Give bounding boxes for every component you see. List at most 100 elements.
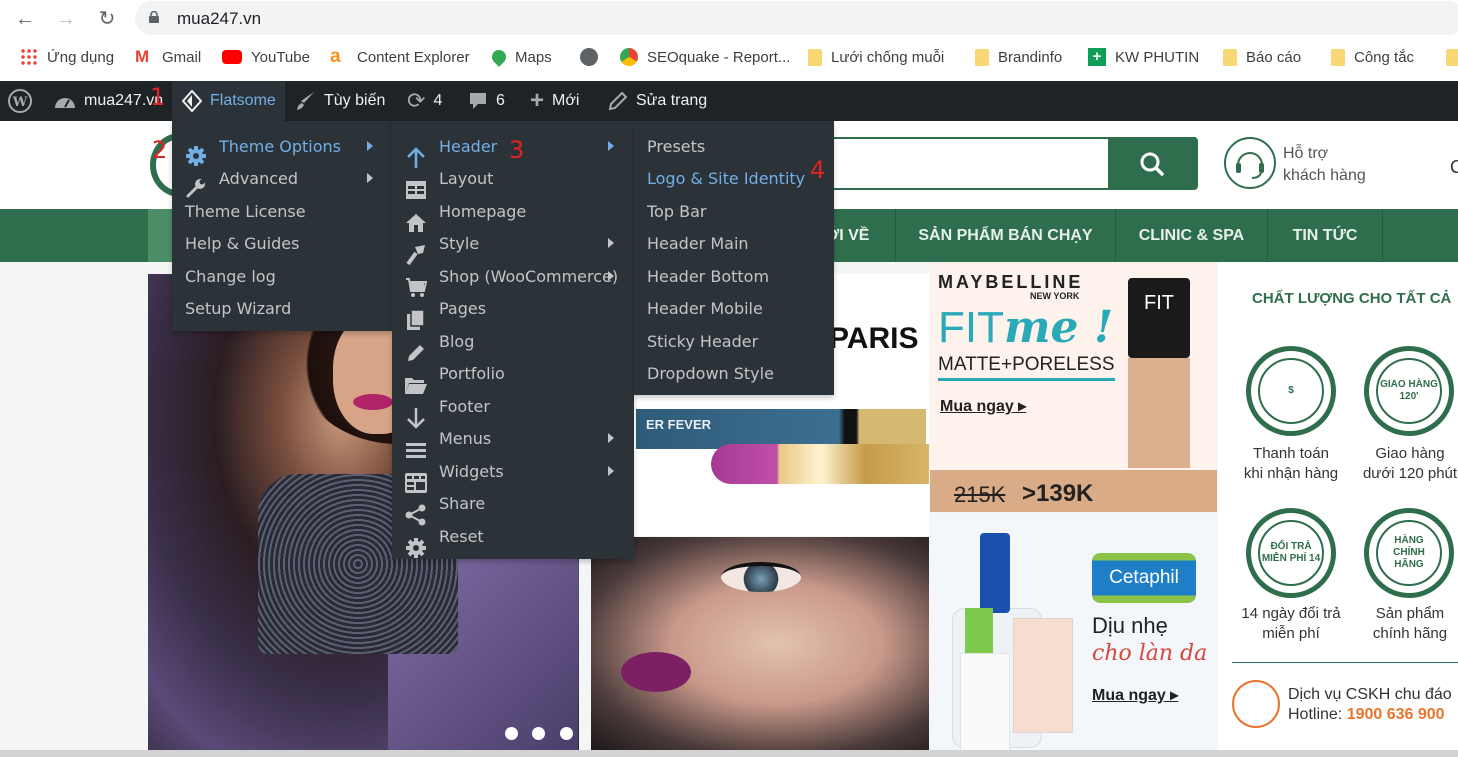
menu-item-style[interactable]: Style — [392, 227, 634, 266]
menu-item-portfolio[interactable]: Portfolio — [392, 357, 634, 394]
menu-item-sticky-header[interactable]: Sticky Header — [634, 325, 834, 357]
updates-count: 4 — [433, 92, 443, 109]
menu-item-reset[interactable]: Reset — [392, 520, 634, 558]
nav-item-best-sellers[interactable]: SẢN PHẨM BÁN CHẠY — [896, 209, 1116, 262]
menu-item-presets[interactable]: Presets — [634, 130, 834, 162]
menu-item-header-main[interactable]: Header Main — [634, 227, 834, 259]
bookmark-seoquake[interactable]: SEOquake - Report... — [620, 42, 790, 72]
menu-item-label: Header Bottom — [647, 266, 770, 286]
hotline-number[interactable]: 1900 636 900 — [1347, 706, 1445, 723]
reload-button[interactable]: ↻ — [94, 6, 120, 32]
paintbrush-icon — [296, 91, 316, 111]
menu-item-change-log[interactable]: Change log — [172, 260, 392, 292]
menu-item-header-bottom[interactable]: Header Bottom — [634, 260, 834, 292]
menu-item-label: Layout — [439, 168, 494, 188]
submenu-arrow-icon — [608, 141, 614, 151]
edit-page-button[interactable]: Sửa trang — [608, 81, 707, 121]
wp-admin-bar: W mua247.vn Flatsome Tùy biến ⟳ 4 6 + Mớ… — [0, 81, 1458, 121]
wp-logo-button[interactable]: W — [8, 81, 32, 121]
menu-item-logo-site-identity[interactable]: Logo & Site Identity — [634, 162, 834, 194]
cskh-info: Dịch vụ CSKH chu đáo Hotline: 1900 636 9… — [1288, 685, 1452, 725]
address-bar[interactable]: mua247.vn — [135, 1, 1458, 35]
bookmark-youtube[interactable]: YouTube — [222, 42, 310, 72]
buy-now-link[interactable]: Mua ngay ▸ — [940, 396, 1026, 416]
banner-line1: Dịu nhẹ — [1092, 613, 1168, 638]
sidebar-title: CHẤT LƯỢNG CHO TẤT CẢ — [1252, 290, 1452, 307]
badge-text: $ — [1258, 358, 1324, 424]
menu-item-label: Menus — [439, 428, 492, 448]
gear-icon — [404, 536, 428, 560]
menu-item-setup-wizard[interactable]: Setup Wizard — [172, 292, 392, 324]
menu-item-footer[interactable]: Footer — [392, 390, 634, 429]
horizontal-scrollbar[interactable] — [0, 750, 1458, 757]
bookmark-folder[interactable]: Brandinfo — [975, 42, 1062, 72]
bookmark-folder[interactable]: Công tắc — [1331, 42, 1414, 72]
bookmark-maps[interactable]: Maps — [489, 42, 552, 72]
maybelline-banner[interactable]: MAYBELLINE NEW YORK FITme ! MATTE+PORELE… — [930, 262, 1217, 512]
menu-item-top-bar[interactable]: Top Bar — [634, 195, 834, 227]
menu-item-label: Theme Options — [219, 136, 342, 156]
buy-now-link[interactable]: Mua ngay ▸ — [1092, 685, 1178, 705]
menu-item-layout[interactable]: Layout — [392, 162, 634, 199]
bookmark-apps[interactable]: Ứng dụng — [20, 42, 114, 72]
menu-item-dropdown-style[interactable]: Dropdown Style — [634, 357, 834, 389]
nav-item-clinic-spa[interactable]: CLINIC & SPA — [1116, 209, 1268, 262]
new-price: >139K — [1022, 480, 1094, 507]
badge-text: HÀNG CHÍNH HÃNG — [1376, 520, 1442, 586]
bookmark-folder[interactable]: Báo cáo — [1223, 42, 1301, 72]
menu-item-theme-options[interactable]: Theme Options — [172, 130, 392, 166]
bookmark-label: Maps — [515, 48, 552, 66]
menu-item-menus[interactable]: Menus — [392, 422, 634, 458]
free-return-badge-icon: ĐỔI TRẢ MIỄN PHÍ 14 — [1246, 508, 1336, 598]
updates-button[interactable]: ⟳ 4 — [407, 81, 442, 121]
seoquake-icon — [620, 48, 638, 66]
cetaphil-banner[interactable]: Cetaphil Dịu nhẹ cho làn da Mua ngay ▸ — [930, 513, 1217, 753]
back-button[interactable]: ← — [12, 6, 38, 32]
slider-dot[interactable] — [560, 727, 573, 740]
nav-item-news[interactable]: TIN TỨC — [1268, 209, 1383, 262]
bookmark-label: Báo cáo — [1246, 48, 1302, 66]
site-name-button[interactable]: mua247.vn — [54, 81, 163, 121]
flatsome-menu-button[interactable]: Flatsome — [172, 81, 285, 121]
cod-badge-icon: $ — [1246, 346, 1336, 436]
menu-item-label: Help & Guides — [185, 233, 300, 253]
wordpress-icon: W — [8, 89, 32, 113]
search-button[interactable] — [1108, 139, 1196, 188]
bookmark-gmail[interactable]: M Gmail — [135, 42, 201, 72]
banner-brand: MAYBELLINE — [938, 272, 1084, 292]
bottle-text: FIT — [1128, 278, 1190, 358]
bookmark-label: YouTube — [251, 48, 310, 66]
menu-item-header-mobile[interactable]: Header Mobile — [634, 292, 834, 324]
bookmark-kw-phutin[interactable]: + KW PHUTIN — [1088, 42, 1199, 72]
menu-item-label: Portfolio — [439, 363, 505, 383]
slider-dot[interactable] — [505, 727, 518, 740]
badge-text: ĐỔI TRẢ MIỄN PHÍ 14 — [1258, 520, 1324, 586]
menu-item-shop[interactable]: Shop (WooCommerce) — [392, 260, 634, 297]
comments-button[interactable]: 6 — [468, 81, 505, 121]
menu-item-blog[interactable]: Blog — [392, 325, 634, 361]
headset-icon — [1232, 680, 1280, 728]
model-banner[interactable] — [591, 537, 929, 750]
plus-icon: + — [530, 87, 545, 114]
bookmark-globe[interactable] — [580, 42, 607, 72]
slider-dot[interactable] — [532, 727, 545, 740]
menu-item-homepage[interactable]: Homepage — [392, 195, 634, 232]
forward-button[interactable]: → — [53, 6, 79, 32]
menu-item-label: Change log — [185, 266, 276, 286]
menu-item-help-guides[interactable]: Help & Guides — [172, 227, 392, 259]
menu-item-pages[interactable]: Pages — [392, 292, 634, 330]
search-box[interactable] — [800, 137, 1198, 190]
new-content-button[interactable]: + Mới — [530, 81, 579, 121]
bookmark-folder-overflow[interactable] — [1446, 42, 1458, 72]
menu-item-theme-license[interactable]: Theme License — [172, 195, 392, 227]
cetaphil-logo: Cetaphil — [1092, 553, 1196, 603]
bookmark-folder[interactable]: Lưới chống muỗi — [808, 42, 944, 72]
bookmarks-bar: Ứng dụng M Gmail YouTube a Content Explo… — [0, 42, 1458, 72]
globe-icon — [580, 48, 598, 66]
theme-options-submenu: Header Layout Homepage Style Shop (WooCo… — [392, 121, 634, 559]
bookmark-content-explorer[interactable]: a Content Explorer — [330, 42, 470, 72]
menu-item-share[interactable]: Share — [392, 487, 634, 526]
menu-item-advanced[interactable]: Advanced — [172, 162, 392, 198]
menu-item-widgets[interactable]: Widgets — [392, 455, 634, 493]
customize-button[interactable]: Tùy biến — [296, 81, 385, 121]
